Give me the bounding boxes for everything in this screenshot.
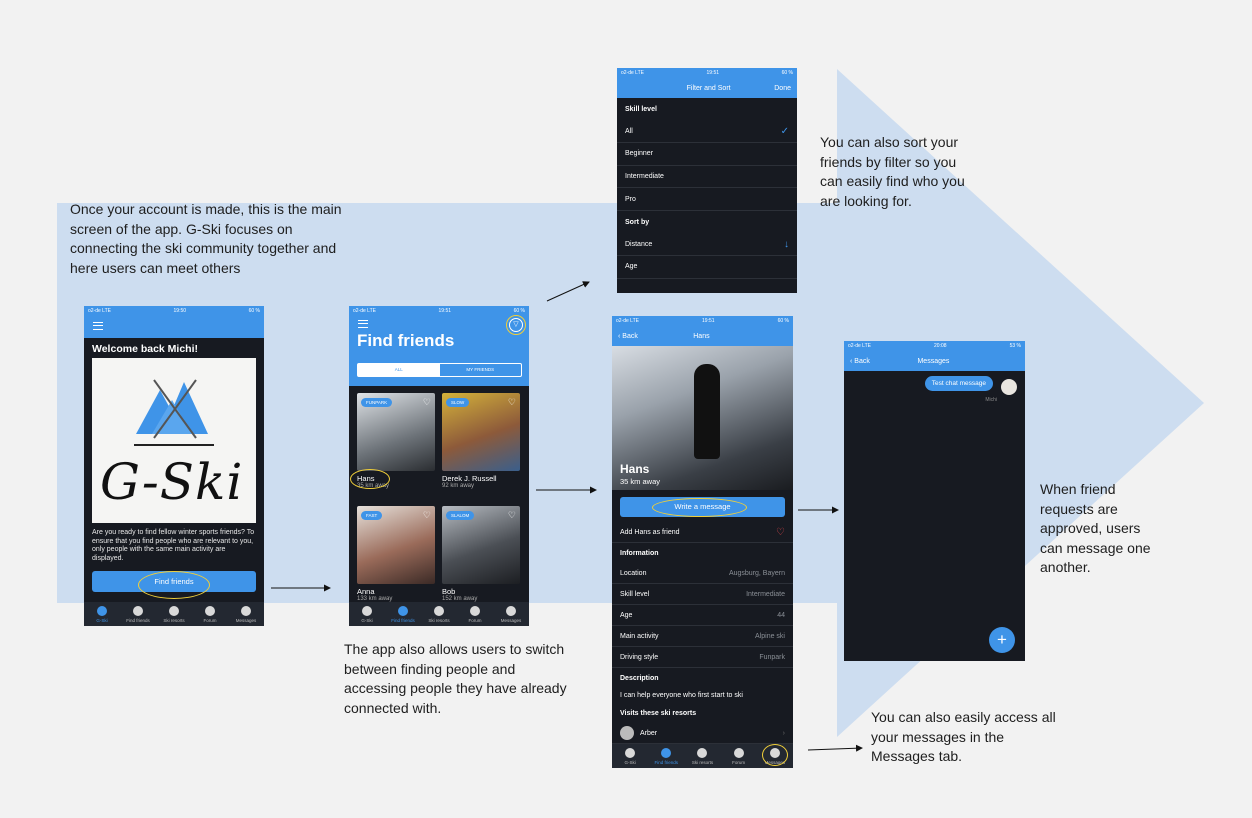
connector-arrows bbox=[271, 281, 863, 752]
arrow-messages-tab bbox=[807, 744, 863, 752]
arrow-find-to-filter bbox=[546, 281, 590, 302]
